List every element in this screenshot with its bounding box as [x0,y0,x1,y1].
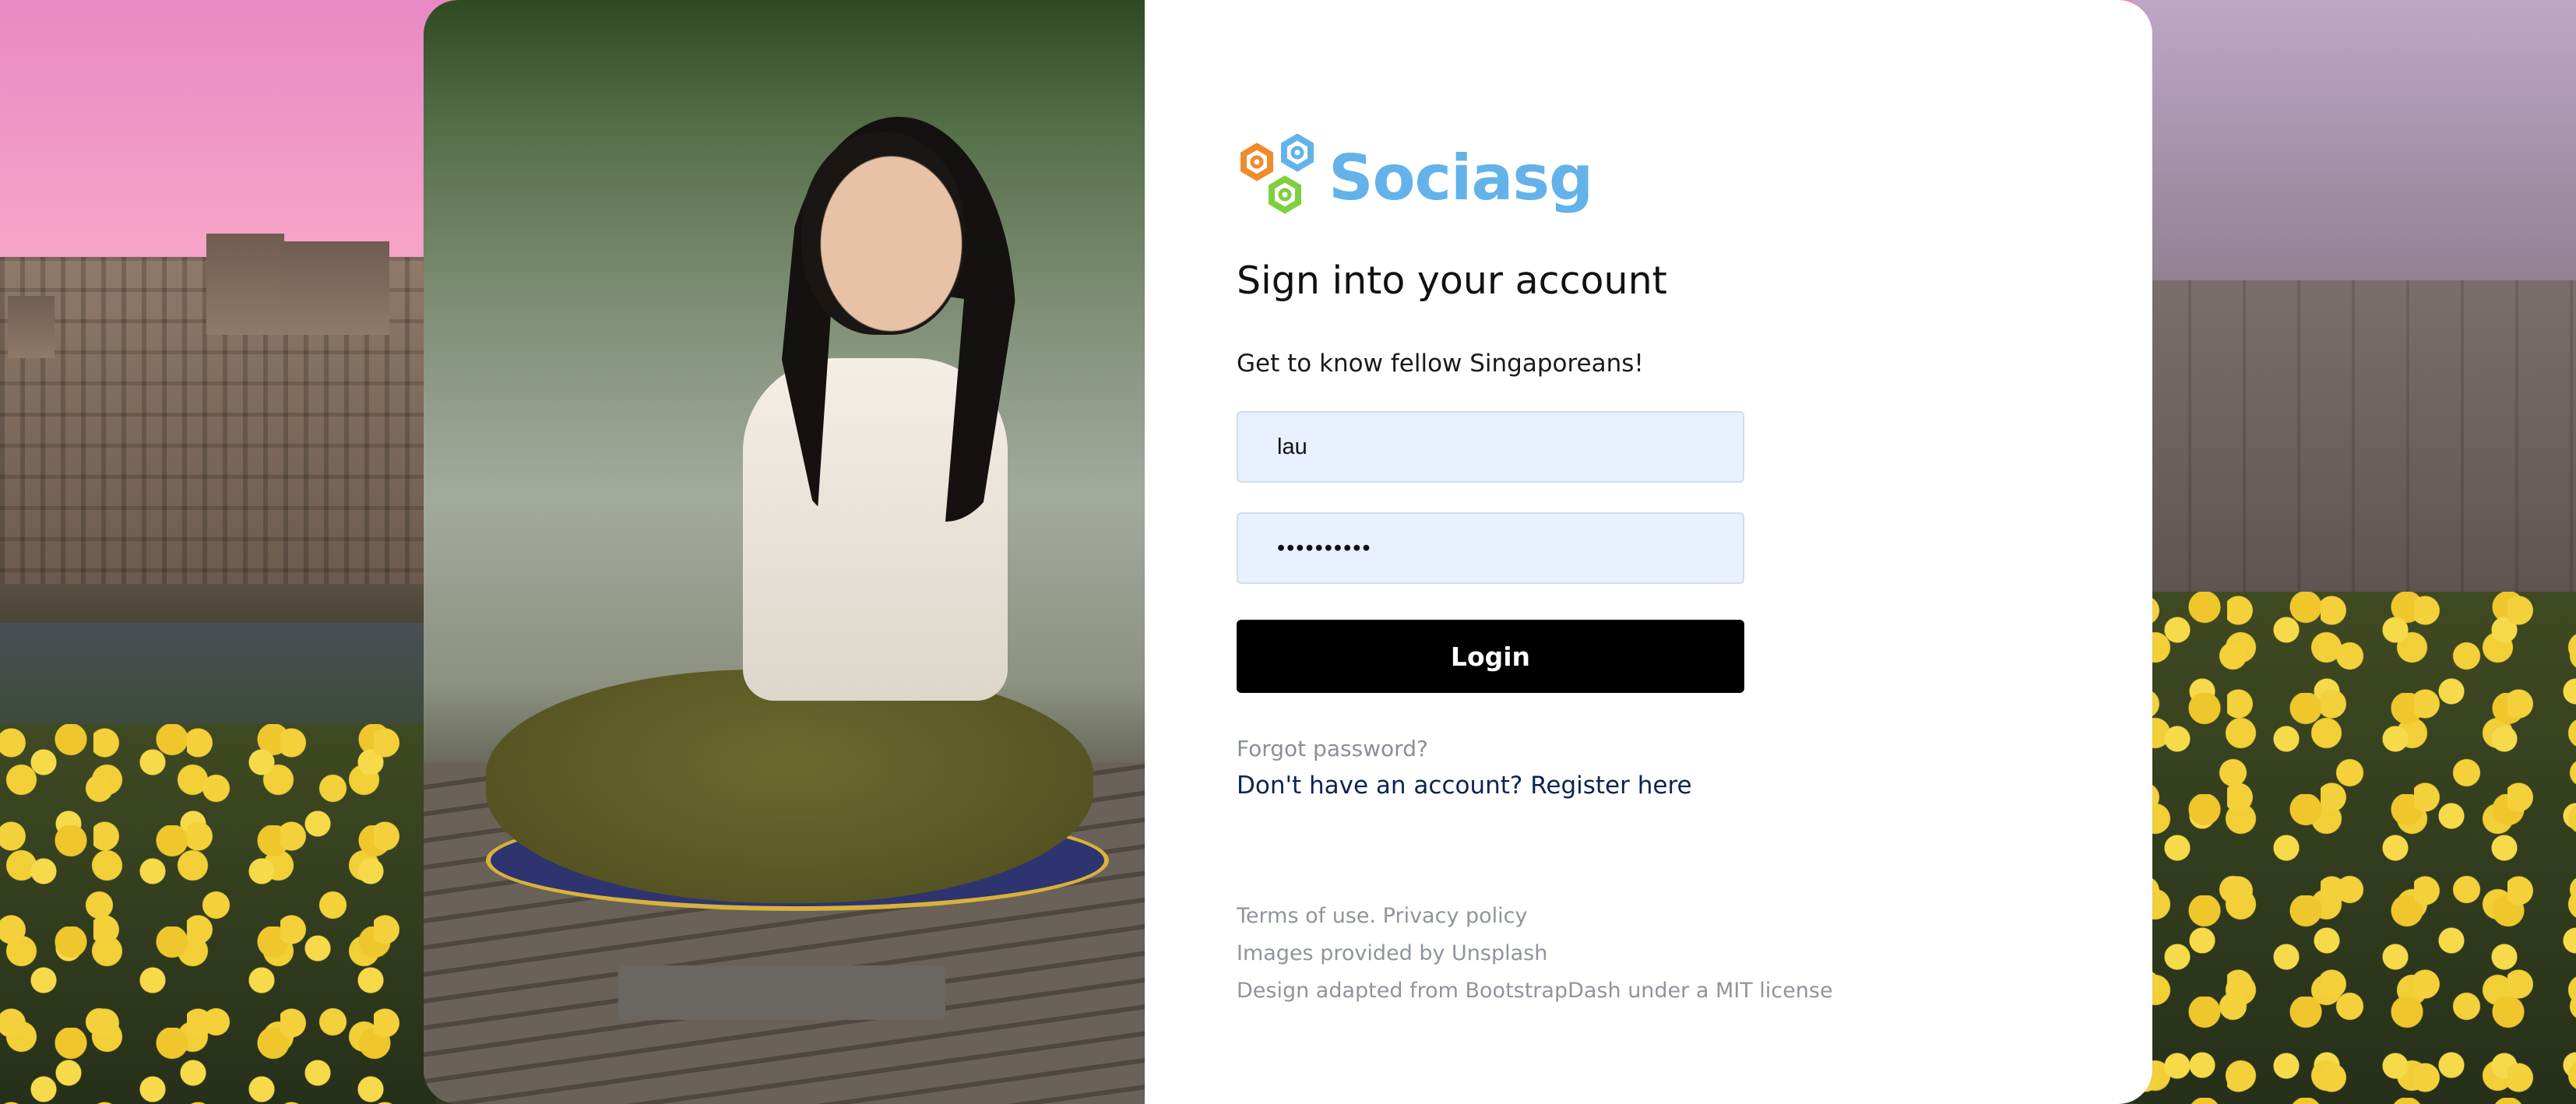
background-tower [280,241,389,335]
brand-name: Sociasg [1328,141,1593,214]
login-card: Sociasg Sign into your account Get to kn… [424,0,2152,1104]
password-input[interactable] [1237,512,1744,584]
page-title: Sign into your account [1237,258,1667,303]
username-input[interactable] [1237,411,1744,483]
background-water [0,623,436,732]
footer-legal: Terms of use. Privacy policy [1237,904,1528,928]
background-tree-sky [2134,0,2576,296]
footer-design-credit: Design adapted from BootstrapDash under … [1237,979,1833,1003]
hexagon-cluster-logo-icon [1240,134,1314,214]
footer-images-credit: Images provided by Unsplash [1237,941,1548,965]
meditation-photo [424,0,1145,1104]
background-tower [8,296,55,358]
background-daffodils-right [2134,592,2576,1104]
page-subtitle: Get to know fellow Singaporeans! [1237,350,1644,378]
login-form: Sociasg Sign into your account Get to kn… [1237,0,2015,1104]
forgot-password-link[interactable]: Forgot password? [1237,736,1428,761]
photo-skirt [486,670,1093,903]
terms-link[interactable]: Terms of use. [1237,904,1376,928]
background-tower [206,234,284,335]
background-wall [2134,280,2576,607]
brand: Sociasg [1237,134,1593,221]
photo-rail [618,965,945,1020]
privacy-link[interactable]: Privacy policy [1383,904,1528,928]
login-button[interactable]: Login [1237,620,1744,693]
background-daffodils-left [0,724,436,1104]
register-link[interactable]: Don't have an account? Register here [1237,772,1692,800]
photo-head [801,132,965,335]
